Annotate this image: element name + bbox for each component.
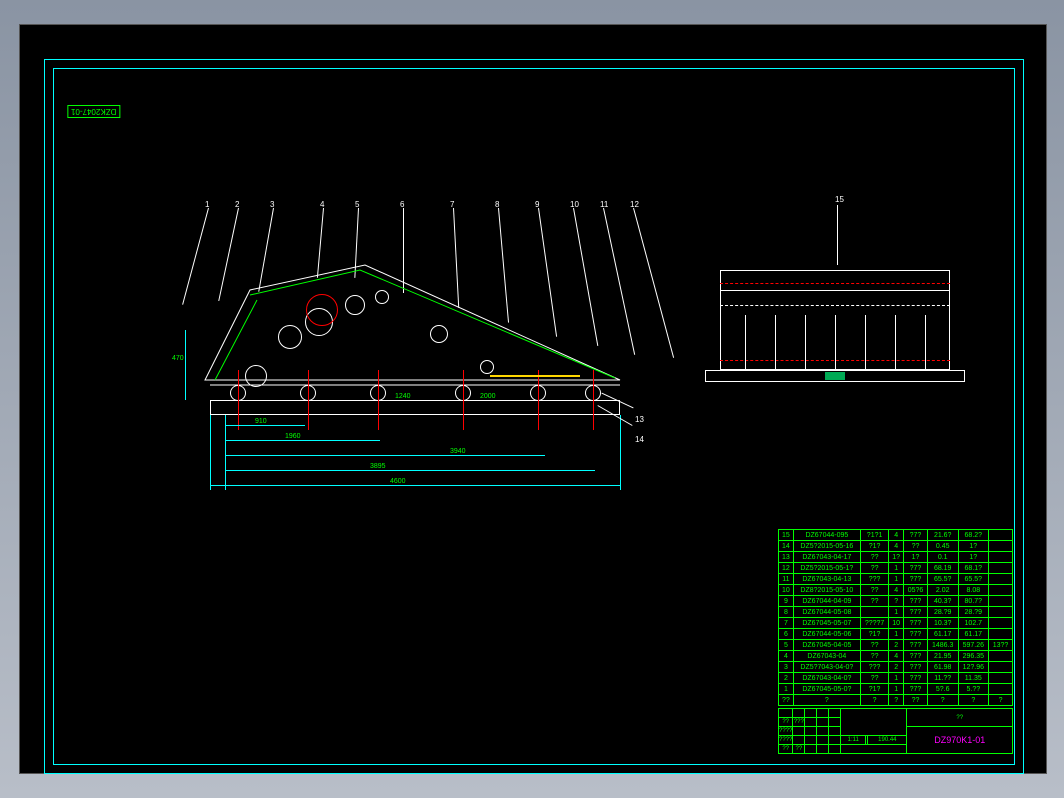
side-post <box>895 315 896 370</box>
bom-row: 15DZ67044-095?1?14?7?21.6?68.2? <box>779 530 1013 541</box>
centerline <box>463 370 464 430</box>
deck-detail <box>490 375 580 377</box>
side-post <box>775 315 776 370</box>
side-post <box>745 315 746 370</box>
bom-row: 4DZ67043-04??4?7?21.95296.35 <box>779 651 1013 662</box>
side-detail <box>825 372 845 380</box>
side-post <box>865 315 866 370</box>
bom-row: 1DZ67045-05-0??1?1?7?5?.65.?? <box>779 684 1013 695</box>
base-frame <box>210 400 620 415</box>
centerline <box>238 370 239 430</box>
title-rev: ?? <box>907 709 1013 727</box>
roller <box>375 290 389 304</box>
dim-1240: 1240 <box>395 393 411 400</box>
drawing-border-outer: DZK2047-01 1 2 3 4 5 6 7 8 9 10 11 12 <box>44 59 1024 774</box>
bom-row: 11DZ67043-04-13???1?7?65.5?65.5? <box>779 574 1013 585</box>
bom-row: 9DZ67044-04-09????7?40.3?80.7? <box>779 596 1013 607</box>
bom-header: ?????????? <box>779 695 1013 706</box>
roller <box>430 325 448 343</box>
callout-13: 13 <box>635 415 644 424</box>
extension-line <box>620 415 621 490</box>
dim-3895: 3895 <box>370 463 386 470</box>
bom-row: 14DZ5?2015-05-16?1?4??0.451? <box>779 541 1013 552</box>
side-post <box>835 315 836 370</box>
leader-line <box>837 205 838 265</box>
dim-3940: 3940 <box>450 448 466 455</box>
extension-line <box>225 415 226 490</box>
callout-15: 15 <box>835 195 844 204</box>
dim-line <box>210 485 620 486</box>
side-post <box>925 315 926 370</box>
centerline <box>593 370 594 430</box>
dim-910: 910 <box>255 418 267 425</box>
title-main <box>841 709 907 736</box>
roller <box>480 360 494 374</box>
bom-row: 13DZ67043-04-17??1?1?0.11? <box>779 552 1013 563</box>
side-line <box>720 290 950 291</box>
dim-4600: 4600 <box>390 478 406 485</box>
bom-row: 3DZ5?7043-04-0????2?7?61.9812?.96 <box>779 662 1013 673</box>
bom-row: 5DZ67045-04-05??2?7?1486.3597.2613?? <box>779 640 1013 651</box>
callout-12: 12 <box>630 200 639 209</box>
drawing-number-label: DZK2047-01 <box>67 105 120 118</box>
dim-line <box>225 440 380 441</box>
title-block: ?? ????? ???? DZ970K1-01 ???? 1:11190.44… <box>778 708 1013 763</box>
main-elevation-view: 1 2 3 4 5 6 7 8 9 10 11 12 <box>170 190 670 510</box>
dim-line <box>185 330 186 400</box>
bom-row: 6DZ67044-05-06?1?1?7?61.1761.17 <box>779 629 1013 640</box>
side-post <box>805 315 806 370</box>
dim-1960: 1960 <box>285 433 301 440</box>
dim-line <box>225 425 305 426</box>
bom-table[interactable]: 15DZ67044-095?1?14?7?21.6?68.2? 14DZ5?20… <box>778 529 1013 706</box>
callout-11: 11 <box>600 200 608 209</box>
dim-v1: 470 <box>172 355 184 362</box>
dim-line <box>225 470 595 471</box>
callout-14: 14 <box>635 435 644 444</box>
bom-row: 10DZ8?2015-05-10??405?62.028.08 <box>779 585 1013 596</box>
bom-row: 12DZ5?2015-05-1???1?7?68.1968.1? <box>779 563 1013 574</box>
centerline <box>308 370 309 430</box>
callout-10: 10 <box>570 200 579 209</box>
drawing-code: DZ970K1-01 <box>907 727 1013 754</box>
side-line <box>720 305 950 306</box>
bom-row: 7DZ67045-05-07????710?7?10.3?102.7 <box>779 618 1013 629</box>
bom-row: 8DZ67044-05-081?7?28.?928.?9 <box>779 607 1013 618</box>
centerline <box>538 370 539 430</box>
dim-2000: 2000 <box>480 393 496 400</box>
roller <box>278 325 302 349</box>
roller <box>245 365 267 387</box>
bom-row: 2DZ67043-04-0???1?7?11.??11.35 <box>779 673 1013 684</box>
main-roller-outer <box>306 294 338 326</box>
dim-line <box>225 455 545 456</box>
roller <box>345 295 365 315</box>
side-elevation-view: 15 <box>705 260 965 410</box>
extension-line <box>210 415 211 490</box>
centerline <box>720 283 950 284</box>
cad-viewport[interactable]: DZK2047-01 1 2 3 4 5 6 7 8 9 10 11 12 <box>19 24 1047 774</box>
centerline <box>378 370 379 430</box>
